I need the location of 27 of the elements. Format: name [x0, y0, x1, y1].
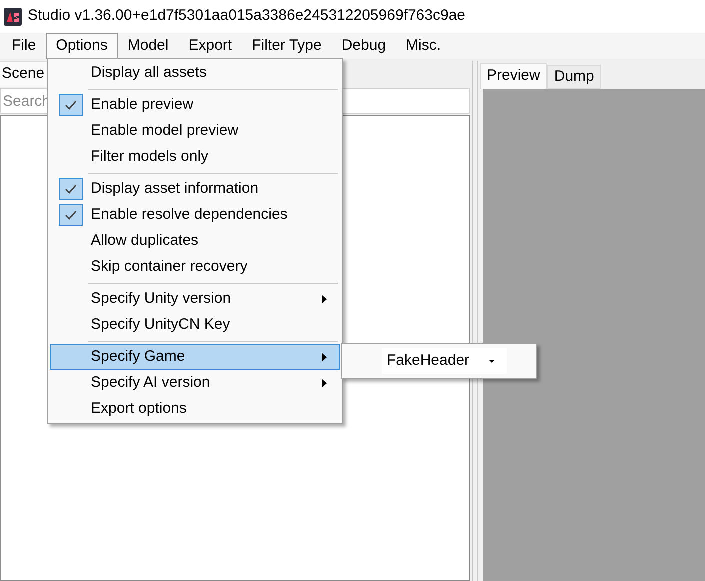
menu-option[interactable]: Display all assets [50, 60, 340, 86]
menu-option[interactable]: Enable model preview [50, 118, 340, 144]
tab[interactable]: Dump [547, 65, 602, 89]
menu-option[interactable]: Specify Game [50, 344, 340, 370]
app-logo-icon [4, 8, 22, 26]
menu-item[interactable]: Options [46, 33, 118, 59]
menu-option[interactable]: Enable preview [50, 92, 340, 118]
tab[interactable]: Preview [480, 63, 548, 89]
menu-item[interactable]: Filter Type [242, 33, 332, 59]
menu-option[interactable]: Export options [50, 396, 340, 422]
menu-item[interactable]: Model [118, 33, 179, 59]
menu-option[interactable]: Allow duplicates [50, 228, 340, 254]
menu-option[interactable]: Skip container recovery [50, 254, 340, 280]
menu-option[interactable]: Specify AI version [50, 370, 340, 396]
menu-option[interactable]: Display asset information [50, 176, 340, 202]
menu-item[interactable]: Debug [332, 33, 396, 59]
menu-item[interactable]: Export [178, 33, 242, 59]
game-dropdown[interactable]: FakeHeader [382, 348, 507, 374]
caret-icon [489, 360, 495, 362]
menu-item[interactable]: Misc. [396, 33, 452, 59]
menu-option[interactable]: Specify UnityCN Key [50, 312, 340, 338]
window-title: Studio v1.36.00+e1d7f5301aa015a3386e245312205969f763c9ae [28, 6, 466, 26]
menu-option[interactable]: Enable resolve dependencies [50, 202, 340, 228]
menu-option[interactable]: Specify Unity version [50, 286, 340, 312]
menu-option[interactable]: Filter models only [50, 144, 340, 170]
menu-item[interactable]: File [2, 33, 46, 59]
tab[interactable]: Scene [0, 61, 48, 87]
